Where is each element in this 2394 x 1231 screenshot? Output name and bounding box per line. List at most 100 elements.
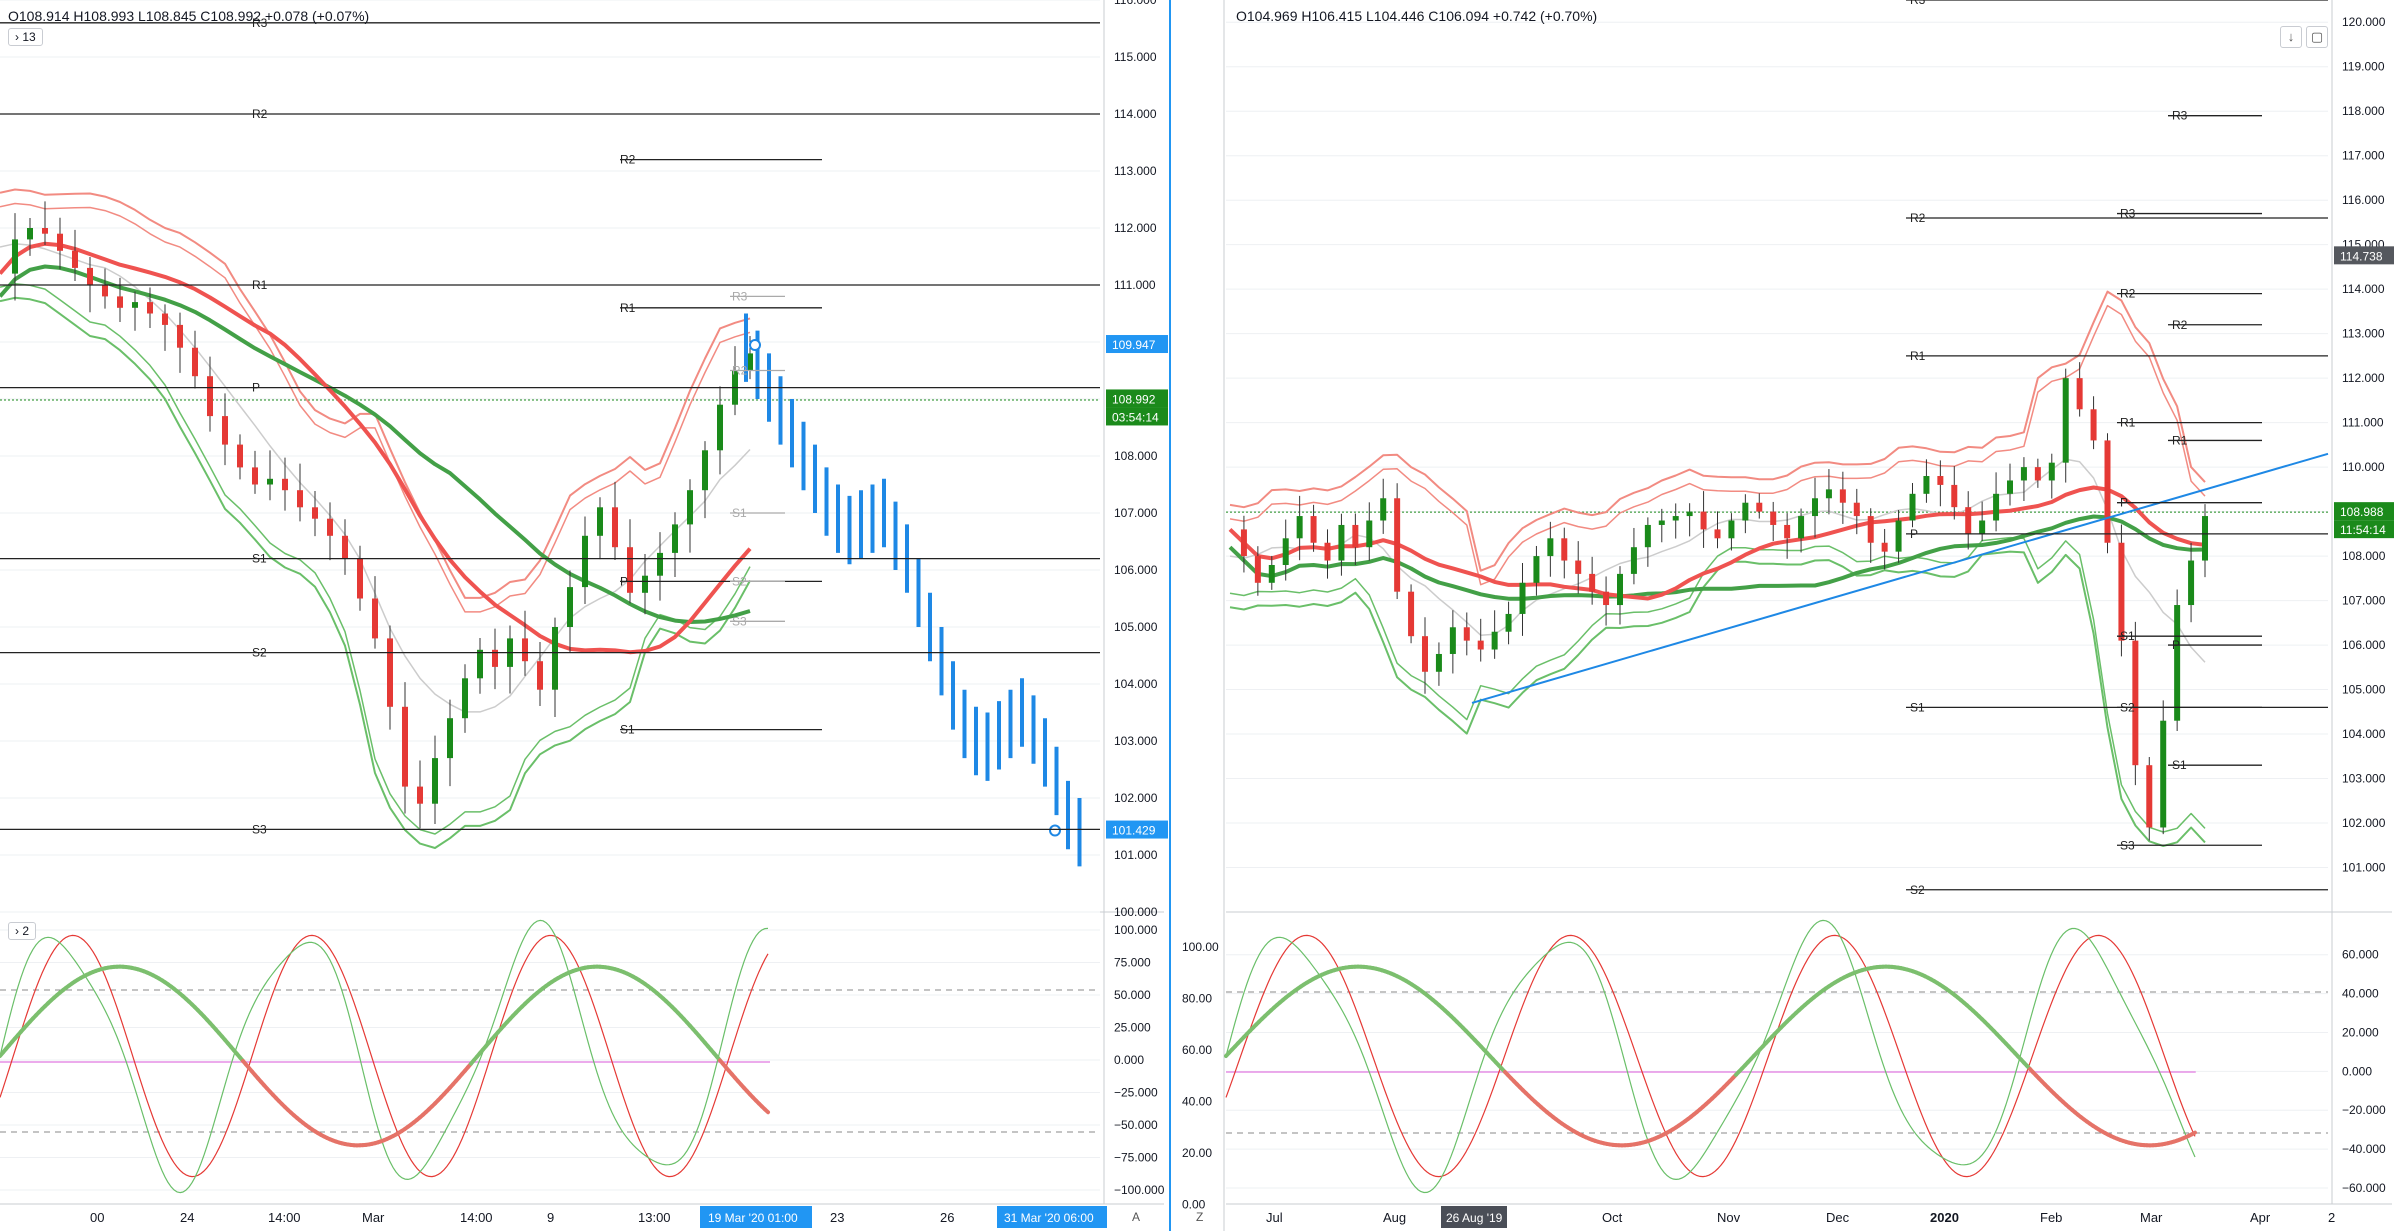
right-x-tick-label: Aug [1383,1210,1406,1225]
right-candle-body [1714,529,1721,539]
left-indicators-toggle[interactable]: › 13 [8,28,43,46]
left-x-tick-label: 23 [830,1210,844,1225]
right-osc-tick-label: 0.000 [2342,1064,2372,1078]
right-candle-body [1422,636,1428,672]
left-candle-body [402,706,408,787]
left-osc-indicators-toggle[interactable]: › 2 [8,922,37,940]
left-candle-body [102,285,108,297]
left-osc-tick-label: 25.000 [1114,1021,1151,1035]
left-x-tick-label: 14:00 [268,1210,301,1225]
left-outer-pivot-label: S3 [252,822,267,836]
right-candle-body [1338,524,1345,561]
right-candle-body [1505,613,1512,632]
right-candle-body [2076,378,2083,410]
right-price-tick-label: 119.000 [2342,60,2385,74]
right-candle-body [1825,489,1832,499]
right-candle-body [1519,582,1526,614]
download-icon[interactable]: ↓ [2280,26,2302,48]
right-candle-body [1798,516,1805,539]
right-candle-body [1533,556,1540,583]
left-outer-pivot-label: S2 [252,646,267,660]
left-target-price-tag-label: 101.429 [1112,824,1156,838]
left-candle-body [237,444,243,468]
right-price-tick-label: 112.000 [2342,371,2385,385]
right-candle-body [1881,542,1888,552]
right-middle-pivot-label: S3 [2120,838,2135,852]
right-candle-body [1812,498,1818,517]
right-candle-body [2174,605,2181,721]
left-last-price-tag-label: 108.992 [1112,392,1156,406]
left-x-tick-label: 24 [180,1210,194,1225]
left-projection-end-marker [1049,824,1061,837]
left-candle-body [537,661,543,690]
right-zoom-toggle[interactable]: Z [1196,1210,1203,1224]
right-x-tick-label: 2 [2328,1210,2335,1225]
left-high-price-tag-label: 109.947 [1112,338,1156,352]
left-low: L108.845 [138,8,197,24]
right-osc-main-line [2190,1130,2197,1137]
left-candle-body [702,450,708,491]
right-price-tick-label: 103.000 [2342,772,2386,786]
right-low: L104.446 [1366,8,1425,24]
left-candle-body [327,518,333,536]
left-candle-body [177,324,183,348]
right-candle-body [1937,476,1944,485]
right-osc-left-tick-label: 20.00 [1182,1146,1212,1160]
left-candle-body [522,638,528,662]
right-osc-left-tick-label: 80.00 [1182,992,1212,1006]
right-candle-body [1658,520,1665,525]
right-candle-body [1310,516,1317,543]
left-price-tick-label: 113.000 [1114,164,1157,178]
right-candle-body [1993,493,2000,521]
right-candle-body [1839,489,1846,503]
left-candle-body [372,598,378,639]
right-price-tick-label: 104.000 [2342,727,2386,741]
left-auto-scale-button[interactable]: A [1132,1210,1140,1224]
right-candle-body [1366,520,1373,548]
right-inner-pivot-label: S1 [2172,758,2187,772]
left-change: +0.078 (+0.07%) [264,8,370,24]
right-candle-body [1617,573,1623,606]
left-candle-body [552,627,558,690]
right-osc-left-tick-label: 60.00 [1182,1043,1212,1057]
right-candle-body [1296,516,1303,539]
right-candle-body [2034,467,2041,481]
left-x-tick-label: 9 [547,1210,554,1225]
right-price-tick-label: 118.000 [2342,104,2385,118]
right-candle-body [1867,516,1874,543]
right-candle-body [1644,524,1651,548]
right-x-tick-label: 2020 [1930,1210,1959,1225]
left-candle-body [297,490,303,508]
right-inner-pivot-label: R1 [2172,433,2188,447]
right-middle-pivot-label: R3 [2120,207,2136,221]
left-candle-body [357,558,363,599]
right-middle-pivot-label: R1 [2120,416,2136,430]
left-candle-body [312,507,318,519]
left-price-tick-label: 116.000 [1114,0,1157,7]
right-inner-pivot-label: P [2172,638,2180,652]
right-candle-body [1589,573,1596,592]
right-candle-body [1240,529,1247,557]
right-price-tick-label: 111.000 [2342,416,2384,430]
right-osc-tick-label: 40.000 [2342,987,2379,1001]
right-candle-body [1603,591,1610,606]
left-osc-main-line [763,1107,770,1115]
maximize-icon[interactable]: ▢ [2306,26,2328,48]
left-osc-indicator-count: 2 [22,924,30,938]
right-candle-body [2202,516,2208,561]
right-candle-body [1575,560,1582,574]
left-candle-body [117,296,123,308]
left-price-tick-label: 107.000 [1114,506,1158,520]
left-candle-body [417,786,423,804]
right-outer-pivot-label: P [1910,527,1918,541]
left-price-tick-label: 103.000 [1114,734,1158,748]
left-osc-tick-label: 50.000 [1114,988,1151,1002]
left-price-tick-label: 102.000 [1114,791,1158,805]
left-candle-body [687,490,693,525]
right-inner-pivot-label: R3 [2172,109,2188,123]
right-candle-body [2160,720,2167,828]
right-candle-body [2062,378,2069,463]
left-candle-body [42,228,48,234]
left-x-highlight-2-label: 31 Mar '20 06:00 [1004,1211,1094,1225]
left-candle-body [57,233,63,251]
